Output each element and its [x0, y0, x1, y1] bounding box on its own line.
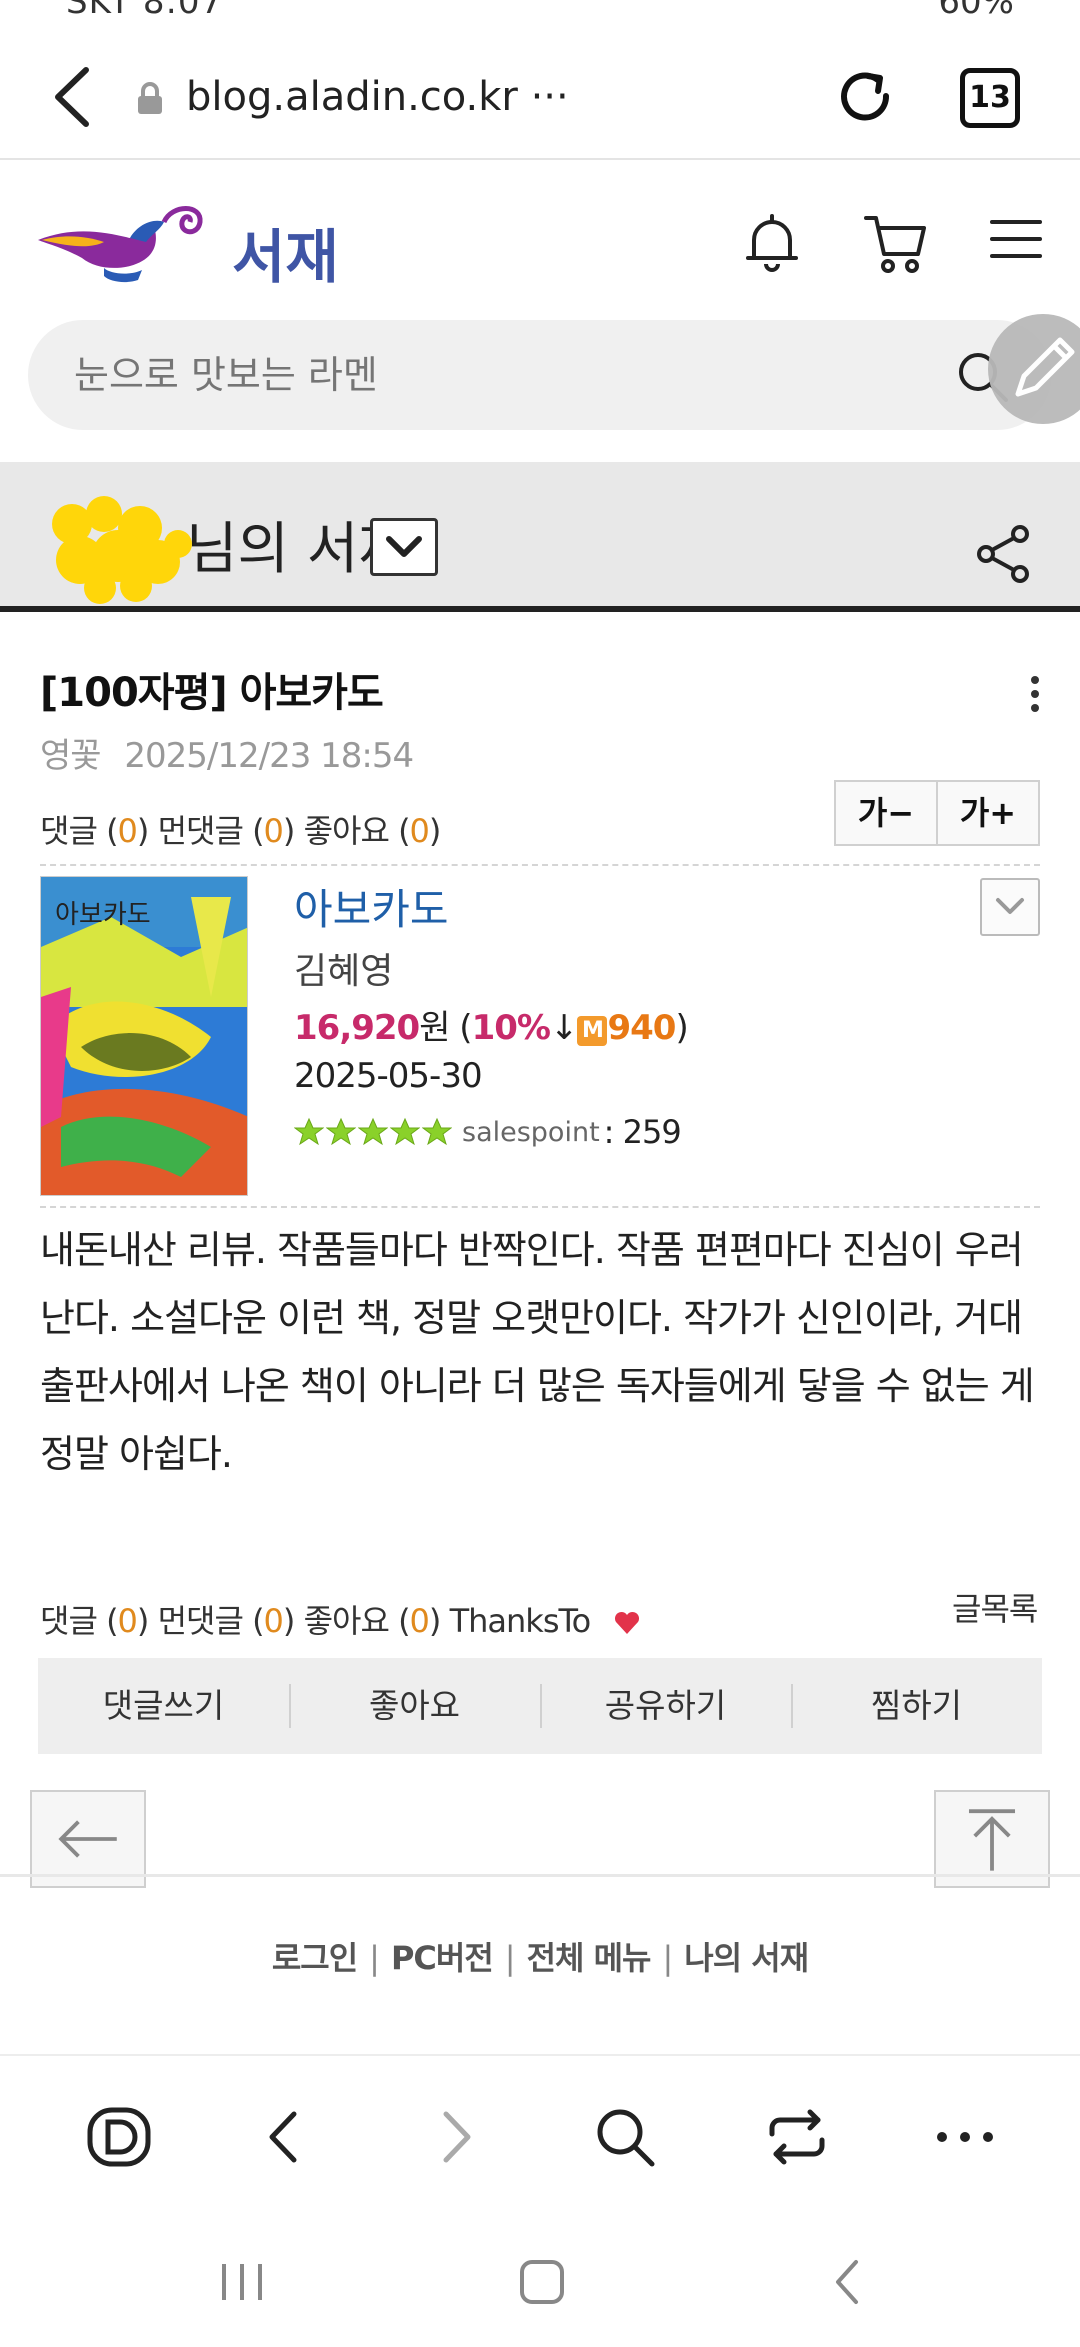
book-cover-title: 아보카도 — [55, 900, 151, 930]
thanks-to-label[interactable]: ThanksTo — [450, 1602, 592, 1640]
browser-search-icon[interactable] — [590, 2102, 660, 2172]
comments-count: 0 — [117, 812, 138, 850]
post-author[interactable]: 영꽃 — [40, 736, 102, 776]
replies-label[interactable]: 먼댓글 — [158, 1602, 244, 1640]
chevron-down-icon — [996, 898, 1024, 914]
shelf-dropdown-button[interactable] — [370, 518, 438, 576]
cart-icon[interactable] — [862, 210, 928, 276]
book-author[interactable]: 김혜영 — [294, 942, 393, 994]
likes-count: 0 — [409, 1602, 430, 1640]
left-arrow-icon — [58, 1820, 117, 1858]
star-icon — [358, 1117, 388, 1146]
post-datetime: 2025/12/23 18:54 — [124, 736, 414, 776]
likes-count: 0 — [409, 812, 430, 850]
browser-toolbar — [0, 2054, 1080, 2210]
sync-icon[interactable] — [762, 2102, 832, 2172]
book-pub-date: 2025-05-30 — [294, 1056, 483, 1096]
back-arrow-icon[interactable] — [48, 62, 98, 132]
footer-login-link[interactable]: 로그인 — [272, 1939, 358, 1977]
book-mileage: 940 — [607, 1008, 676, 1048]
reload-icon[interactable] — [834, 66, 898, 130]
post-stats: 댓글 (0) 먼댓글 (0) 좋아요 (0) — [40, 812, 441, 850]
bottom-stats: 댓글 (0) 먼댓글 (0) 좋아요 (0) ThanksTo — [40, 1596, 641, 1642]
mileage-icon: M — [577, 1016, 608, 1046]
redacted-name-mark — [52, 496, 192, 604]
footer-myshelf-link[interactable]: 나의 서재 — [684, 1939, 809, 1977]
site-footer: 로그인 | PC버전 | 전체 메뉴 | 나의 서재 — [0, 1874, 1080, 2054]
replies-label[interactable]: 먼댓글 — [158, 812, 244, 850]
comments-label[interactable]: 댓글 — [40, 1602, 98, 1640]
likes-label[interactable]: 좋아요 — [304, 1602, 390, 1640]
more-icon[interactable] — [930, 2102, 1000, 2172]
hamburger-menu-icon[interactable] — [990, 216, 1042, 262]
chevron-down-icon — [386, 536, 422, 557]
book-discount: 10% — [471, 1008, 551, 1048]
star-icon — [422, 1117, 452, 1146]
divider — [40, 864, 1040, 866]
salespoint-value: : 259 — [603, 1113, 682, 1151]
book-cover-art: 아보카도 — [41, 877, 247, 1195]
price-unit: 원 — [419, 1008, 450, 1048]
post-list-link[interactable]: 글목록 — [952, 1584, 1038, 1630]
star-icon — [326, 1117, 356, 1146]
review-body: 내돈내산 리뷰. 작품들마다 반짝인다. 작품 편편마다 진심이 우러난다. 소… — [40, 1228, 1035, 1476]
comments-count: 0 — [117, 1602, 138, 1640]
replies-count: 0 — [263, 1602, 284, 1640]
aladin-lamp-logo[interactable] — [34, 196, 204, 286]
heart-icon[interactable] — [613, 1610, 641, 1636]
replies-count: 0 — [263, 812, 284, 850]
font-smaller-button[interactable]: 가− — [836, 782, 936, 844]
recent-apps-icon[interactable] — [212, 2254, 272, 2310]
action-bar: 댓글쓰기 좋아요 공유하기 찜하기 — [38, 1658, 1042, 1754]
divider — [40, 1206, 1040, 1208]
star-icon — [390, 1117, 420, 1146]
bell-icon[interactable] — [742, 210, 802, 276]
browser-back-icon[interactable] — [250, 2102, 320, 2172]
book-price-line: 16,920원 (10%↓ M 940) — [294, 1008, 689, 1048]
system-navigation-bar — [0, 2210, 1080, 2347]
browser-address-bar: blog.aladin.co.kr ··· 13 — [0, 30, 1080, 160]
lock-icon — [138, 82, 162, 114]
browser-forward-icon[interactable] — [420, 2102, 490, 2172]
shelf-header: 님의 서재 — [0, 462, 1080, 612]
footer-pc-link[interactable]: PC버전 — [391, 1939, 494, 1977]
font-larger-button[interactable]: 가+ — [936, 782, 1038, 844]
book-title-link[interactable]: 아보카도 — [294, 876, 449, 937]
status-carrier-time: SKT 8:07 — [66, 0, 224, 22]
salespoint-label: salespoint — [462, 1116, 600, 1148]
search-input[interactable] — [74, 348, 924, 402]
status-bar: SKT 8:07 60% — [0, 0, 1080, 30]
write-comment-button[interactable]: 댓글쓰기 — [38, 1658, 289, 1754]
font-size-control: 가− 가+ — [834, 780, 1040, 846]
star-rating — [294, 1117, 452, 1147]
post-meta: 영꽃 2025/12/23 18:54 — [40, 728, 414, 777]
tabs-count-button[interactable]: 13 — [960, 68, 1020, 128]
book-rating: salespoint : 259 — [294, 1112, 682, 1152]
more-options-icon[interactable] — [1020, 670, 1050, 730]
edit-floating-button[interactable] — [988, 314, 1080, 424]
likes-label[interactable]: 좋아요 — [304, 812, 390, 850]
footer-links: 로그인 | PC버전 | 전체 메뉴 | 나의 서재 — [271, 1939, 809, 1977]
site-header: 서재 — [0, 160, 1080, 320]
footer-menu-link[interactable]: 전체 메뉴 — [527, 1939, 652, 1977]
book-price: 16,920 — [294, 1008, 420, 1048]
url-text[interactable]: blog.aladin.co.kr ··· — [186, 74, 569, 120]
share-icon[interactable] — [972, 522, 1036, 586]
d-extension-icon[interactable] — [84, 2102, 154, 2172]
status-battery: 60% — [938, 0, 1014, 22]
comments-label[interactable]: 댓글 — [40, 812, 98, 850]
arrow-up-icon — [968, 1809, 1016, 1871]
book-info-toggle[interactable] — [980, 878, 1040, 936]
bookmark-button[interactable]: 찜하기 — [791, 1658, 1042, 1754]
post-title: [100자평] 아보카도 — [40, 670, 384, 716]
system-back-icon[interactable] — [818, 2254, 878, 2310]
like-button[interactable]: 좋아요 — [289, 1658, 540, 1754]
book-cover-image[interactable]: 아보카도 — [40, 876, 248, 1196]
logo-text[interactable]: 서재 — [232, 210, 339, 294]
share-button[interactable]: 공유하기 — [540, 1658, 791, 1754]
search-box — [28, 320, 1052, 430]
star-icon — [294, 1117, 324, 1146]
home-icon[interactable] — [512, 2254, 572, 2310]
pencil-icon — [1015, 337, 1075, 397]
